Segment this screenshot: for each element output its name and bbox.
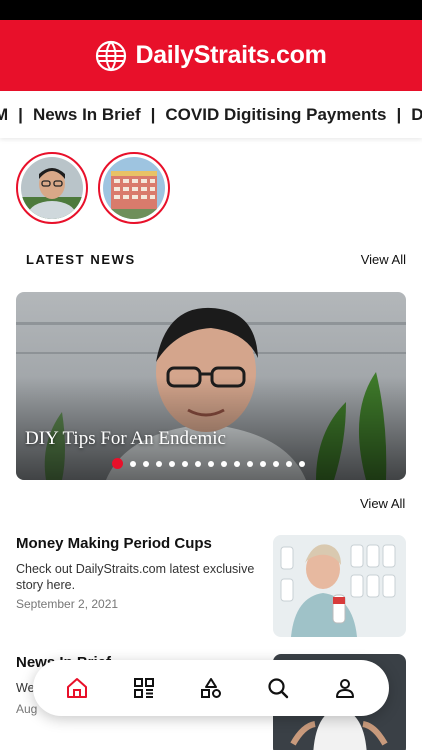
carousel-dot[interactable] xyxy=(260,460,266,467)
brand-logo-group[interactable]: DailyStraits.com xyxy=(95,40,327,72)
article-image xyxy=(273,535,406,637)
view-all-link[interactable]: View All xyxy=(361,252,406,267)
latest-news-header: LATEST NEWS View All xyxy=(26,252,406,267)
carousel-dot[interactable] xyxy=(182,460,188,467)
status-bar xyxy=(0,0,422,20)
carousel-dot-active[interactable] xyxy=(112,458,123,469)
carousel-dot[interactable] xyxy=(156,460,162,467)
article-date: September 2, 2021 xyxy=(16,597,119,611)
story-avatar[interactable] xyxy=(16,152,88,224)
carousel-dot[interactable] xyxy=(234,460,240,467)
carousel-dot[interactable] xyxy=(208,460,214,467)
nav-categories[interactable] xyxy=(124,668,164,708)
ticker-separator: | xyxy=(150,104,156,124)
ticker-item[interactable]: Duo's N xyxy=(403,105,422,125)
ticker-item[interactable]: News In Brief xyxy=(25,105,149,125)
carousel-dot[interactable] xyxy=(221,460,227,467)
nav-search[interactable] xyxy=(258,668,298,708)
ticker-item[interactable]: COVID Digitising Payments xyxy=(157,105,394,125)
nav-home[interactable] xyxy=(57,668,97,708)
view-all-link[interactable]: View All xyxy=(360,496,405,511)
ticker-item[interactable]: M xyxy=(0,105,16,125)
ticker-separator: | xyxy=(396,104,402,124)
bottom-navigation xyxy=(33,660,389,716)
nav-profile[interactable] xyxy=(325,668,365,708)
globe-logo-icon xyxy=(96,40,127,71)
carousel-dot[interactable] xyxy=(195,460,201,467)
carousel-indicators xyxy=(112,458,305,469)
carousel-dot[interactable] xyxy=(169,460,175,467)
stories-row xyxy=(16,152,170,224)
carousel-dot[interactable] xyxy=(247,460,253,467)
article-title[interactable]: Money Making Period Cups xyxy=(16,535,256,552)
carousel-dot[interactable] xyxy=(143,460,149,467)
carousel-dot[interactable] xyxy=(130,460,136,467)
person-portrait-image xyxy=(21,157,83,219)
article-excerpt: Check out DailyStraits.com latest exclus… xyxy=(16,562,255,592)
ticker-separator: | xyxy=(18,104,23,124)
headline-ticker[interactable]: M | News In Brief | COVID Digitising Pay… xyxy=(0,91,422,138)
carousel-dot[interactable] xyxy=(299,460,305,467)
article-date: Aug xyxy=(16,702,38,716)
hero-carousel[interactable]: DIY Tips For An Endemic xyxy=(16,292,406,480)
hero-title[interactable]: DIY Tips For An Endemic xyxy=(25,428,226,450)
story-avatar[interactable] xyxy=(98,152,170,224)
brand-name: DailyStraits.com xyxy=(135,41,327,69)
section-title: LATEST NEWS xyxy=(26,252,136,267)
carousel-dot[interactable] xyxy=(286,460,292,467)
grid-icon xyxy=(133,678,154,698)
shapes-icon xyxy=(200,678,221,698)
search-icon xyxy=(268,678,289,699)
article-thumbnail[interactable] xyxy=(273,535,406,637)
nav-topics[interactable] xyxy=(191,668,231,708)
home-icon xyxy=(66,678,87,698)
building-photo-image xyxy=(103,157,165,219)
list-item[interactable]: Money Making Period Cups Check out Daily… xyxy=(16,535,406,637)
carousel-dot[interactable] xyxy=(273,460,279,467)
hero-image xyxy=(16,292,406,480)
brand-header: DailyStraits.com xyxy=(0,20,422,91)
profile-icon xyxy=(336,679,355,698)
